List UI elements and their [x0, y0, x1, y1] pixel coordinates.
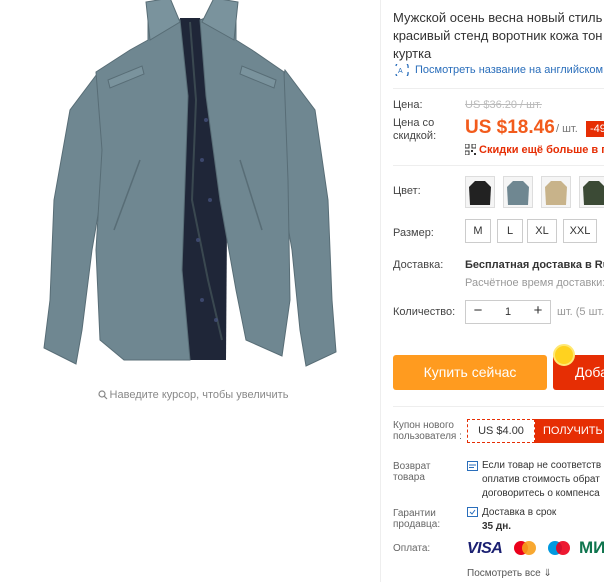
- guarantee-line: Доставка в срок: [482, 507, 557, 518]
- size-option-m[interactable]: M: [465, 219, 491, 243]
- jacket-thumbnail-icon: [507, 181, 529, 205]
- product-title: Мужской осень весна новый стиль красивый…: [393, 9, 604, 63]
- color-swatch-khaki[interactable]: [541, 176, 571, 208]
- quantity-input[interactable]: 1: [490, 301, 526, 323]
- guarantee-label: Гарантии продавца:: [393, 508, 441, 530]
- product-gallery: Наведите курсор, чтобы увеличить: [0, 0, 380, 582]
- buy-now-button[interactable]: Купить сейчас: [393, 355, 547, 390]
- jacket-thumbnail-icon: [545, 181, 567, 205]
- discount-badge: -49: [586, 121, 604, 137]
- payment-label: Оплата:: [393, 543, 431, 554]
- app-discount-text[interactable]: Скидки ещё больше в при: [479, 144, 604, 156]
- color-swatch-dark-green[interactable]: [579, 176, 604, 208]
- quantity-stepper: − 1 +: [465, 300, 551, 324]
- app-discount-link[interactable]: Скидки ещё больше в при: [465, 144, 604, 156]
- return-label: Возврат товара: [393, 461, 431, 483]
- see-all-payments-link[interactable]: Посмотреть все ⇓: [467, 568, 552, 579]
- translate-link[interactable]: A Посмотреть название на английском: [393, 64, 603, 76]
- translate-link-text[interactable]: Посмотреть название на английском: [415, 64, 603, 76]
- title-line: красивый стенд воротник кожа тон: [393, 28, 603, 43]
- color-label: Цвет:: [393, 185, 421, 197]
- jacket-thumbnail-icon: [469, 181, 491, 205]
- return-line: оплатив стоимость обрат: [482, 474, 600, 485]
- shipping-value[interactable]: Бесплатная доставка в Rus: [465, 259, 604, 271]
- magnifier-icon: [97, 390, 107, 400]
- jacket-thumbnail-icon: [583, 181, 604, 205]
- mastercard-icon: [514, 541, 536, 555]
- price-unit: / шт.: [556, 123, 578, 135]
- discount-price: US $18.46: [465, 117, 555, 138]
- size-option-l[interactable]: L: [497, 219, 523, 243]
- get-coupon-button[interactable]: ПОЛУЧИТЬ: [535, 419, 604, 443]
- color-swatch-black[interactable]: [465, 176, 495, 208]
- svg-text:A: A: [398, 68, 403, 75]
- return-line: Если товар не соответств: [482, 460, 602, 471]
- product-image[interactable]: [30, 0, 350, 378]
- price-label: Цена:: [393, 99, 423, 111]
- color-swatch-blue-grey[interactable]: [503, 176, 533, 208]
- title-line: Мужской осень весна новый стиль: [393, 10, 603, 25]
- zoom-hint-text: Наведите курсор, чтобы увеличить: [109, 389, 289, 401]
- zoom-hint: Наведите курсор, чтобы увеличить: [0, 389, 386, 401]
- size-option-xl[interactable]: XL: [527, 219, 557, 243]
- quantity-available: шт. (5 шт.: [557, 306, 604, 318]
- column-divider: [380, 0, 381, 582]
- delivery-guarantee-icon: [467, 507, 478, 517]
- divider: [393, 406, 604, 407]
- shipping-label: Доставка:: [393, 259, 444, 271]
- guarantee-days: 35 дн.: [482, 521, 512, 532]
- maestro-icon: [548, 541, 570, 555]
- guarantee-text: Доставка в срок 35 дн.: [482, 506, 556, 534]
- size-label: Размер:: [393, 227, 434, 239]
- divider: [393, 88, 604, 89]
- discount-price-label: Цена со скидкой:: [393, 117, 437, 142]
- mir-logo: МИ: [579, 538, 604, 557]
- return-line: договоритесь о компенса: [482, 488, 600, 499]
- size-option-xxl[interactable]: XXL: [563, 219, 597, 243]
- title-line: куртка: [393, 46, 432, 61]
- translate-icon: A: [395, 64, 409, 76]
- quantity-decrease-button[interactable]: −: [466, 301, 490, 323]
- return-policy-icon: [467, 461, 478, 471]
- quantity-label: Количество:: [393, 306, 456, 318]
- shipping-time: Расчётное время доставки: 3: [465, 277, 604, 289]
- return-policy-text: Если товар не соответств оплатив стоимос…: [482, 459, 601, 501]
- coupon-label: Купон нового пользователя :: [393, 420, 462, 442]
- coupon-value: US $4.00: [467, 419, 535, 443]
- visa-logo: VISA: [467, 540, 503, 557]
- coin-badge-icon: [553, 344, 575, 366]
- quantity-increase-button[interactable]: +: [526, 301, 550, 323]
- old-price: US $36.20 / шт.: [465, 99, 542, 111]
- divider: [393, 165, 604, 166]
- qr-code-icon: [465, 144, 476, 155]
- product-info: Мужской осень весна новый стиль красивый…: [393, 0, 604, 582]
